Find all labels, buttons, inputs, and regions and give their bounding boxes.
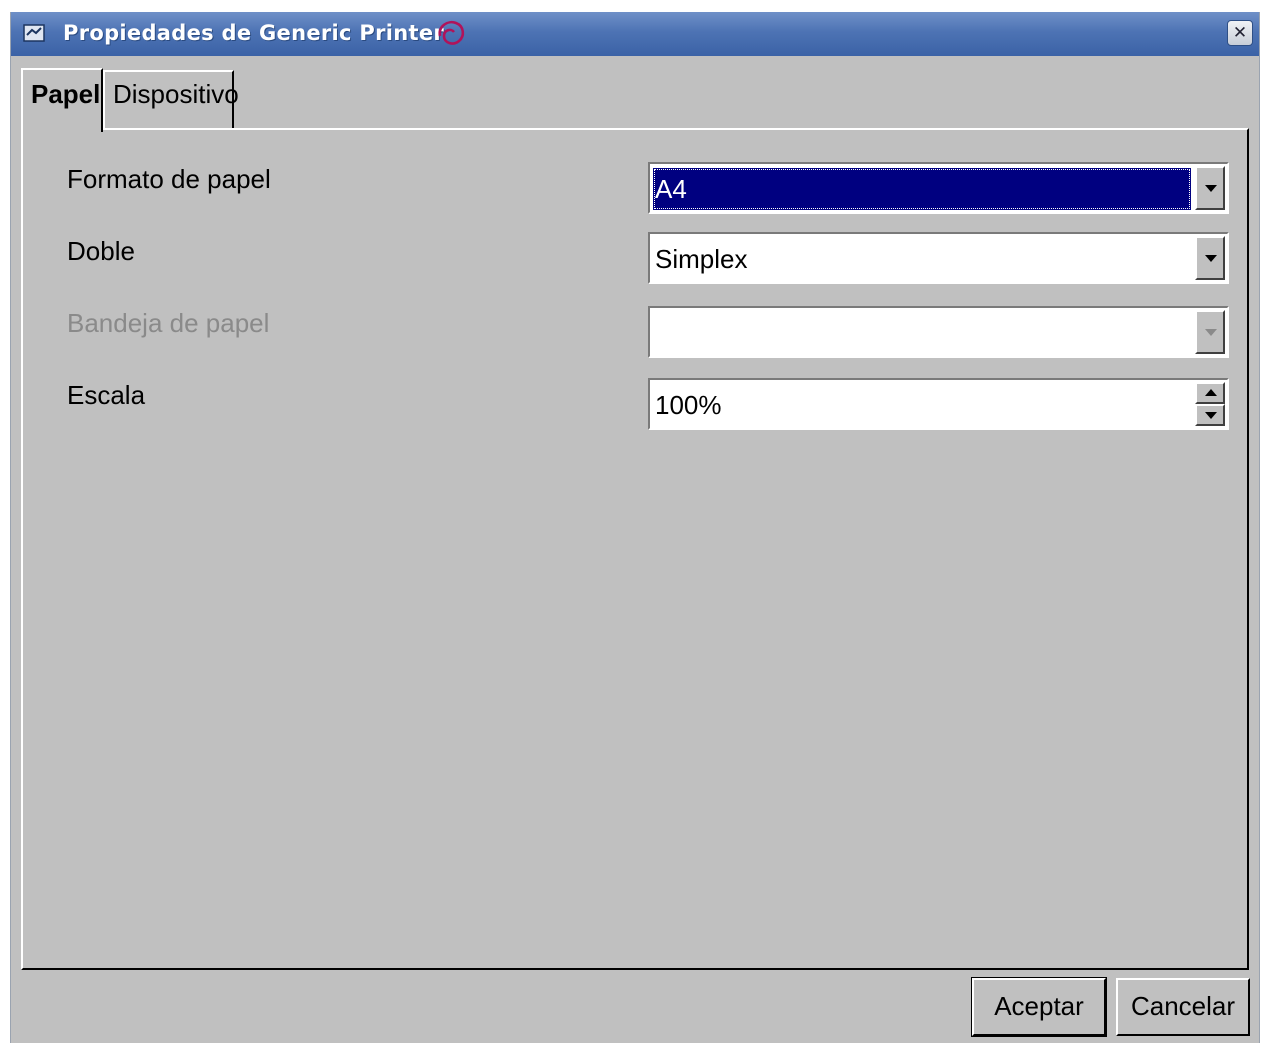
cancel-button[interactable]: Cancelar xyxy=(1116,978,1250,1036)
duplex-label: Doble xyxy=(67,236,135,267)
tab-dispositivo-label: Dispositivo xyxy=(113,79,239,109)
tab-dispositivo[interactable]: Dispositivo xyxy=(103,70,239,128)
scale-label: Escala xyxy=(67,380,145,411)
duplex-value: Simplex xyxy=(655,244,748,274)
close-button[interactable]: ✕ xyxy=(1227,20,1253,46)
paper-format-select[interactable]: A4 xyxy=(648,162,1229,214)
window-title: Propiedades de Generic Printer xyxy=(63,21,445,45)
paper-tray-dropdown-button xyxy=(1195,310,1225,354)
window-menu-icon[interactable] xyxy=(23,23,45,43)
tab-panel-papel: Formato de papel A4 Doble Simplex Bandej… xyxy=(21,128,1249,970)
paper-format-label: Formato de papel xyxy=(67,164,271,195)
scale-decrement-button[interactable] xyxy=(1195,404,1225,426)
printer-properties-dialog: Propiedades de Generic Printer ✕ Papel D… xyxy=(10,12,1260,1043)
tab-papel-label: Papel xyxy=(31,79,101,109)
duplex-label-text: Doble xyxy=(67,236,135,266)
accept-button[interactable]: Aceptar xyxy=(971,977,1107,1037)
chevron-down-icon xyxy=(1205,255,1217,262)
tab-papel[interactable]: Papel xyxy=(21,68,103,132)
scale-value[interactable]: 100% xyxy=(653,384,1191,426)
arrow-up-icon xyxy=(1205,389,1217,396)
chevron-down-icon xyxy=(1205,185,1217,192)
paper-format-label-text: Formato de papel xyxy=(67,164,271,194)
paper-tray-value xyxy=(653,312,1191,354)
scale-label-text: Escala xyxy=(67,380,146,410)
arrow-down-icon xyxy=(1205,412,1217,419)
paper-tray-label: Bandeja de papel xyxy=(67,308,269,339)
scale-increment-button[interactable] xyxy=(1195,382,1225,404)
title-bar[interactable]: Propiedades de Generic Printer ✕ xyxy=(11,12,1259,56)
paper-format-value: A4 xyxy=(653,168,1191,210)
scale-spinbox[interactable]: 100% xyxy=(648,378,1229,430)
duplex-select[interactable]: Simplex xyxy=(648,232,1229,284)
duplex-dropdown-button[interactable] xyxy=(1195,236,1225,280)
debian-swirl-icon xyxy=(438,20,465,45)
paper-tray-label-text: Bandeja de papel xyxy=(67,308,270,338)
paper-format-dropdown-button[interactable] xyxy=(1195,166,1225,210)
paper-tray-select xyxy=(648,306,1229,358)
chevron-down-icon xyxy=(1205,329,1217,336)
